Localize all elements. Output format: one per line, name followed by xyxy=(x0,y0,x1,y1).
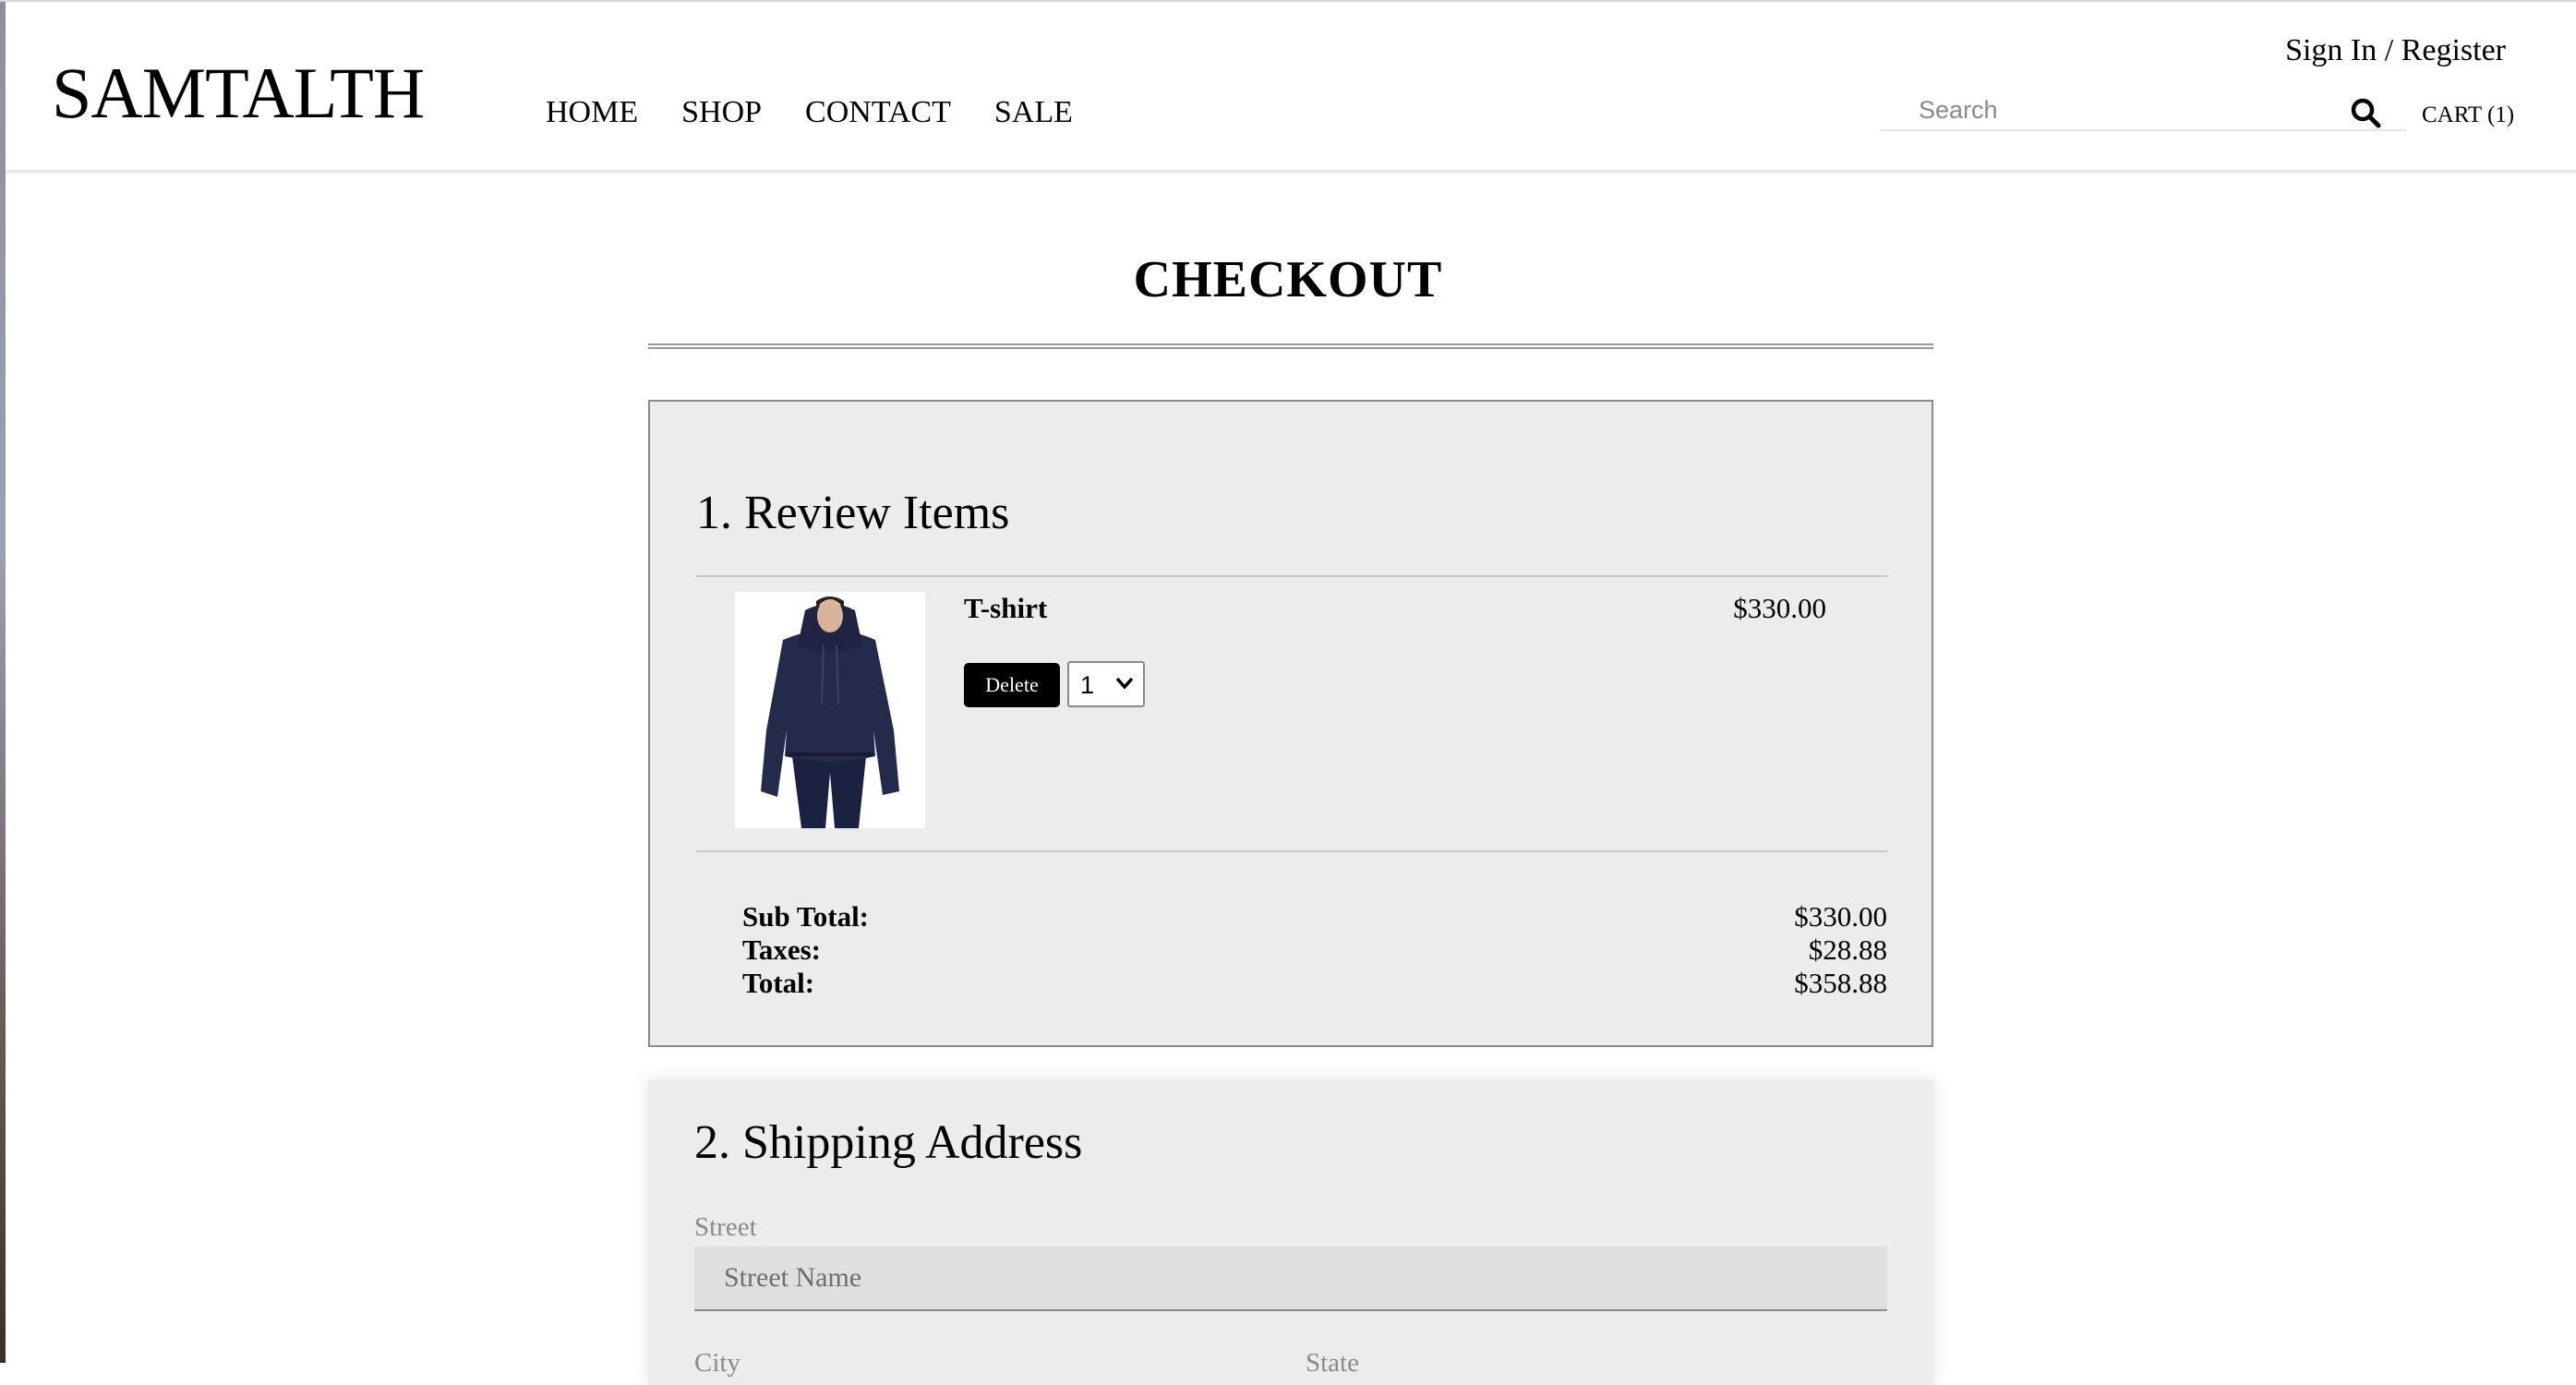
nav-shop[interactable]: SHOP xyxy=(681,97,762,128)
section-divider xyxy=(696,575,1887,577)
review-items-panel: 1. Review Items T-shirt $330.00 Delete 1 xyxy=(648,400,1933,1047)
city-label: City xyxy=(694,1348,740,1378)
site-header: SAMTALTH HOME SHOP CONTACT SALE Sign In … xyxy=(6,2,2576,173)
street-label: Street xyxy=(694,1212,757,1242)
item-price: $330.00 xyxy=(1733,592,1826,624)
page-title: CHECKOUT xyxy=(1133,251,1443,308)
subtotal-row: Sub Total: $330.00 xyxy=(742,900,1887,933)
brand-logo[interactable]: SAMTALTH xyxy=(52,57,425,129)
shipping-address-heading: 2. Shipping Address xyxy=(694,1116,1083,1169)
cart-link[interactable]: CART (1) xyxy=(2422,103,2514,126)
item-name: T-shirt xyxy=(964,592,1048,624)
search-input[interactable] xyxy=(1880,90,2364,129)
section-divider xyxy=(696,850,1887,852)
delete-item-button[interactable]: Delete xyxy=(964,663,1060,707)
search-icon[interactable] xyxy=(2349,96,2382,129)
taxes-label: Taxes: xyxy=(742,933,821,966)
review-items-heading: 1. Review Items xyxy=(696,487,1010,539)
subtotal-value: $330.00 xyxy=(1794,900,1887,933)
sign-in-register-link[interactable]: Sign In / Register xyxy=(2285,35,2506,66)
nav-sale[interactable]: SALE xyxy=(994,97,1073,128)
chevron-down-icon xyxy=(1115,677,1134,690)
taxes-row: Taxes: $28.88 xyxy=(742,933,1887,967)
state-label: State xyxy=(1306,1348,1359,1378)
main-nav: HOME SHOP CONTACT SALE xyxy=(546,97,1073,128)
desktop-edge xyxy=(0,0,6,1363)
search-bar xyxy=(1880,90,2406,131)
total-row: Total: $358.88 xyxy=(742,967,1887,1000)
nav-home[interactable]: HOME xyxy=(546,97,638,128)
total-label: Total: xyxy=(742,967,815,999)
shipping-address-panel: 2. Shipping Address Street City State xyxy=(648,1080,1933,1385)
title-divider xyxy=(648,343,1933,349)
order-totals: Sub Total: $330.00 Taxes: $28.88 Total: … xyxy=(742,900,1887,1000)
quantity-select[interactable]: 1 xyxy=(1067,661,1145,707)
quantity-value: 1 xyxy=(1080,671,1095,699)
taxes-value: $28.88 xyxy=(1808,933,1887,966)
total-value: $358.88 xyxy=(1794,967,1887,999)
product-image[interactable] xyxy=(735,592,925,828)
street-input[interactable] xyxy=(694,1246,1887,1311)
subtotal-label: Sub Total: xyxy=(742,900,870,933)
nav-contact[interactable]: CONTACT xyxy=(805,97,951,128)
